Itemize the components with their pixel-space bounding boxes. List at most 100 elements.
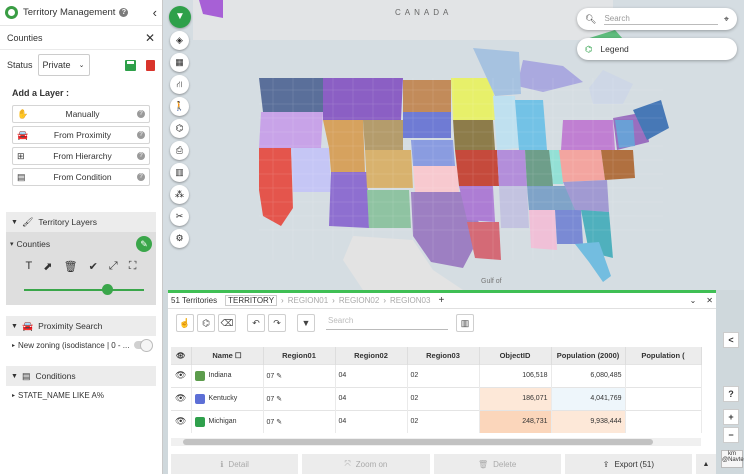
tab-region02[interactable]: REGION02 [339, 296, 379, 305]
help-icon[interactable]: ? [137, 173, 145, 181]
zoom-out-button[interactable]: − [723, 427, 739, 443]
cell-region01[interactable]: 07 ✎ [263, 409, 336, 433]
add-condition-button[interactable]: ▤ From Condition ? [12, 168, 150, 186]
trash-icon: 🗑 [477, 459, 489, 469]
territory-icon[interactable]: ⌬ [170, 119, 189, 138]
settings-icon[interactable]: ⚙ [170, 229, 189, 248]
chart-icon[interactable]: ▥ [170, 163, 189, 182]
opacity-slider[interactable] [24, 283, 144, 297]
edit-layer-button[interactable]: ✎ [136, 236, 152, 252]
cell-region02: 04 [335, 409, 408, 433]
help-icon[interactable]: ? [137, 131, 145, 139]
add-manually-button[interactable]: ✋ Manually ? [12, 105, 150, 123]
map-canvas[interactable]: CANADA Gulf of ▼ ◈ ▦ ⛙ 🚶 ⌬ ⎙ ▥ ⁂ ✂ ⚙ 🔍︎ … [163, 0, 744, 290]
layers-icon[interactable]: ◈ [170, 31, 189, 50]
conditions-header[interactable]: ▼ ▤ Conditions [6, 366, 156, 386]
status-select[interactable]: Private ⌄ [37, 54, 90, 76]
territory-icon[interactable]: ⌬ [197, 314, 215, 332]
counties-sublayer[interactable]: ▾ Counties ✎ [10, 236, 152, 252]
toggle-toolbar-button[interactable]: ▼ [169, 6, 191, 28]
help-icon[interactable]: ? [119, 8, 129, 17]
legend-button[interactable]: ⌬ Legend [577, 38, 737, 60]
delete-button[interactable]: 🗑 Delete [433, 454, 561, 474]
delete-icon[interactable] [146, 59, 155, 71]
territory-layers-header[interactable]: ▼ 🖌 Territory Layers [6, 212, 156, 232]
help-icon[interactable]: ? [137, 152, 145, 160]
share-button[interactable]: < [723, 332, 739, 348]
slider-knob[interactable] [102, 284, 114, 295]
text-icon[interactable]: T [26, 260, 33, 273]
trash-icon[interactable]: 🗑 [64, 260, 78, 273]
proximity-header[interactable]: ▼ 🚘 Proximity Search [6, 316, 156, 336]
col-region03[interactable]: Region03 [407, 347, 480, 364]
locate-icon[interactable]: ⌖ [724, 14, 729, 25]
chevron-right-icon: › [332, 296, 335, 305]
tab-region03[interactable]: REGION03 [390, 296, 430, 305]
col-population[interactable]: Population (2000) [551, 347, 626, 364]
col-region01[interactable]: Region01 [263, 347, 336, 364]
eye-icon[interactable]: 👁 [171, 386, 192, 410]
help-button[interactable]: ? [723, 386, 739, 402]
close-icon[interactable]: ✕ [706, 296, 713, 305]
close-icon[interactable]: ✕ [145, 31, 155, 45]
map-toolbar: ▼ ◈ ▦ ⛙ 🚶 ⌬ ⎙ ▥ ⁂ ✂ ⚙ [169, 6, 191, 248]
pencil-icon[interactable]: ✎ [276, 396, 282, 403]
expand-icon[interactable]: ⤢ [109, 260, 118, 273]
cluster-icon[interactable]: ⁂ [170, 185, 189, 204]
redo-icon[interactable]: ↷ [268, 314, 286, 332]
layer-title: Counties [7, 32, 43, 43]
check-icon[interactable]: ✔ [89, 260, 98, 273]
export-button[interactable]: ⇪ Export (51) [564, 454, 692, 474]
chevron-down-icon[interactable]: ⌄ [690, 296, 697, 305]
cell-region01[interactable]: 07 ✎ [263, 363, 336, 387]
caret-down-icon: ▼ [11, 372, 18, 380]
col-population-2[interactable]: Population ( [625, 347, 702, 364]
eraser-icon[interactable]: ⌫ [218, 314, 236, 332]
eye-icon[interactable]: 👁 [171, 409, 192, 433]
scroll-thumb[interactable] [183, 439, 653, 445]
search-input[interactable]: Search [604, 14, 718, 25]
undo-icon[interactable]: ↶ [247, 314, 265, 332]
pencil-icon[interactable]: ✎ [276, 419, 282, 426]
tools-icon[interactable]: ✂ [170, 207, 189, 226]
share-icon[interactable]: ⬈ [43, 260, 52, 273]
pencil-icon[interactable]: ✎ [276, 373, 282, 380]
help-icon[interactable]: ? [137, 110, 145, 118]
tab-region01[interactable]: REGION01 [288, 296, 328, 305]
visibility-header[interactable]: 👁 [171, 347, 192, 364]
col-objectid[interactable]: ObjectID [479, 347, 552, 364]
collapse-panel-icon[interactable]: ‹ [153, 5, 157, 20]
detail-button[interactable]: ℹ Detail [171, 454, 299, 474]
walk-icon[interactable]: 🚶 [170, 97, 189, 116]
table-row[interactable]: 👁 Kentucky 07 ✎ 04 02 186,071 4,041,769 [171, 386, 702, 410]
col-name[interactable]: Name ☐ [191, 347, 264, 364]
zoom-on-button[interactable]: ⤧ Zoom on [302, 454, 430, 474]
save-icon[interactable] [125, 59, 136, 71]
data-icon[interactable]: ▦ [170, 53, 189, 72]
tab-territory[interactable]: TERRITORY [225, 295, 278, 306]
table-row[interactable]: 👁 Indiana 07 ✎ 04 02 106,518 6,080,485 [171, 363, 702, 387]
filter-icon[interactable]: ▼ [297, 314, 315, 332]
add-proximity-button[interactable]: 🚘 From Proximity ? [12, 126, 150, 144]
caret-right-icon: ▸ [12, 392, 16, 399]
zoom-in-button[interactable]: + [723, 409, 739, 425]
proximity-toggle[interactable] [134, 339, 153, 352]
bar-chart-icon[interactable]: ▥ [456, 314, 474, 332]
col-region02[interactable]: Region02 [335, 347, 408, 364]
cell-region03: 02 [407, 386, 480, 410]
map-search[interactable]: 🔍︎ Search ⌖ [577, 8, 737, 30]
condition-item[interactable]: ▸ STATE_NAME LIKE A% [6, 386, 156, 404]
cell-region01[interactable]: 07 ✎ [263, 386, 336, 410]
add-tab-icon[interactable]: + [438, 295, 444, 306]
export-dropdown-icon[interactable]: ▲ [696, 454, 716, 474]
route-icon[interactable]: ⛙ [170, 75, 189, 94]
eye-icon[interactable]: 👁 [171, 363, 192, 387]
table-row[interactable]: 👁 Michigan 07 ✎ 04 02 248,731 9,938,444 [171, 409, 702, 433]
horizontal-scrollbar[interactable] [171, 438, 701, 446]
select-hand-icon[interactable]: ☝ [176, 314, 194, 332]
proximity-item[interactable]: ▸ New zoning (isodistance | 0 - ... [6, 336, 156, 354]
add-hierarchy-button[interactable]: ⊞ From Hierarchy ? [12, 147, 150, 165]
print-icon[interactable]: ⎙ [170, 141, 189, 160]
grid-search-input[interactable]: Search [326, 316, 448, 330]
fit-icon[interactable]: ⛶ [129, 260, 137, 273]
